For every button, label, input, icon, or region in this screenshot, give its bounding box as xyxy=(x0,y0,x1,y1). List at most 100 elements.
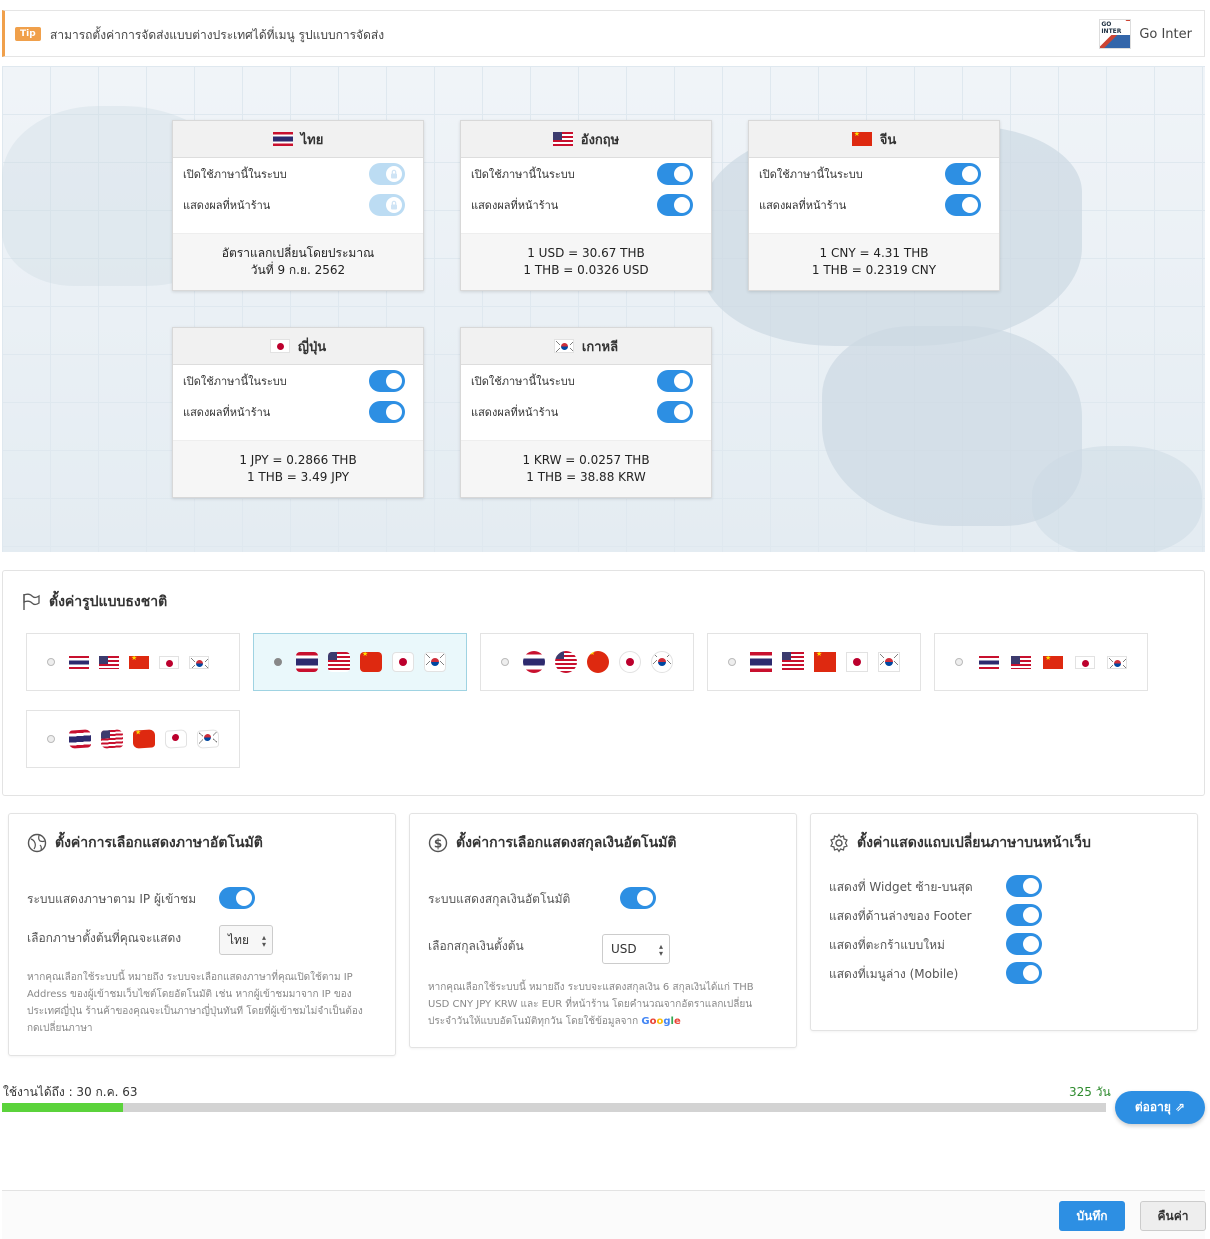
default-currency-value: USD xyxy=(611,942,637,956)
switcher-option-label: แสดงที่ตะกร้าแบบใหม่ xyxy=(829,938,945,952)
flag-style-radio[interactable] xyxy=(274,658,282,666)
language-name: เกาหลี xyxy=(581,339,619,355)
switcher-option-label: แสดงที่เมนูล่าง (Mobile) xyxy=(829,967,959,981)
flag-style-option[interactable] xyxy=(253,633,467,691)
exchange-rate-line: 1 THB = 38.88 KRW xyxy=(526,470,646,484)
auto-currency-card: $ ตั้งค่าการเลือกแสดงสกุลเงินอัตโนมัติ ร… xyxy=(409,813,797,1048)
flag-style-radio[interactable] xyxy=(955,658,963,666)
renew-button[interactable]: ต่ออายุ ⇗ xyxy=(1115,1091,1205,1124)
exchange-rate-box: 1 KRW = 0.0257 THB 1 THB = 38.88 KRW xyxy=(461,440,711,497)
enable-language-toggle[interactable] xyxy=(369,369,405,392)
switcher-option-label: แสดงที่ Widget ซ้าย-บนสุด xyxy=(829,880,973,894)
flag-th-icon xyxy=(272,132,293,146)
exchange-rate-line: 1 JPY = 0.2866 THB xyxy=(239,453,357,467)
default-currency-label: เลือกสกุลเงินตั้งต้น xyxy=(428,939,524,953)
flag-style-radio[interactable] xyxy=(47,735,55,743)
auto-currency-toggle[interactable] xyxy=(620,887,656,909)
show-storefront-row: แสดงผลที่หน้าร้าน xyxy=(173,189,423,220)
flag-style-radio[interactable] xyxy=(501,658,509,666)
flag-style-title-text: ตั้งค่ารูปแบบธงชาติ xyxy=(49,594,168,610)
flag-th-icon xyxy=(523,651,545,673)
svg-text:$: $ xyxy=(434,837,442,851)
switcher-option-toggle[interactable] xyxy=(1006,962,1042,984)
flag-cn-icon xyxy=(1043,655,1063,669)
auto-language-title: ตั้งค่าการเลือกแสดงภาษาอัตโนมัติ xyxy=(27,832,263,854)
language-card-header: ญี่ปุ่น xyxy=(173,328,423,365)
enable-language-toggle[interactable] xyxy=(657,162,693,185)
auto-currency-label: ระบบแสดงสกุลเงินอัตโนมัติ xyxy=(428,892,571,906)
auto-currency-title: $ ตั้งค่าการเลือกแสดงสกุลเงินอัตโนมัติ xyxy=(428,832,676,854)
save-button[interactable]: บันทึก xyxy=(1059,1201,1125,1231)
flag-style-radio[interactable] xyxy=(728,658,736,666)
flag-jp-icon xyxy=(846,652,868,672)
flag-style-radio[interactable] xyxy=(47,658,55,666)
show-storefront-toggle[interactable] xyxy=(657,193,693,216)
auto-language-title-text: ตั้งค่าการเลือกแสดงภาษาอัตโนมัติ xyxy=(55,835,263,851)
show-storefront-toggle[interactable] xyxy=(945,193,981,216)
go-inter-brand[interactable]: GO INTER Go Inter xyxy=(1099,19,1192,49)
google-logo: Google xyxy=(641,1016,681,1027)
flag-cn-icon xyxy=(587,651,609,673)
enable-language-label: เปิดใช้ภาษานี้ในระบบ xyxy=(471,167,575,181)
flag-kr-icon xyxy=(424,652,446,672)
flag-kr-icon xyxy=(189,655,209,669)
show-storefront-label: แสดงผลที่หน้าร้าน xyxy=(759,198,847,212)
go-inter-label: Go Inter xyxy=(1139,26,1192,42)
enable-language-toggle[interactable] xyxy=(945,162,981,185)
usage-progress-fill xyxy=(2,1103,124,1112)
language-card-header: อังกฤษ xyxy=(461,121,711,158)
switcher-option-toggle[interactable] xyxy=(1006,904,1042,926)
flag-style-option[interactable] xyxy=(26,710,240,768)
exchange-rate-line: 1 USD = 30.67 THB xyxy=(527,246,645,260)
exchange-rate-line: 1 CNY = 4.31 THB xyxy=(819,246,929,260)
tip-bar: Tip สามารถตั้งค่าการจัดส่งแบบต่างประเทศไ… xyxy=(2,10,1205,57)
enable-language-label: เปิดใช้ภาษานี้ในระบบ xyxy=(471,374,575,388)
enable-language-label: เปิดใช้ภาษานี้ในระบบ xyxy=(183,167,287,181)
show-storefront-label: แสดงผลที่หน้าร้าน xyxy=(471,198,559,212)
enable-language-label: เปิดใช้ภาษานี้ในระบบ xyxy=(759,167,863,181)
flag-jp-icon xyxy=(165,729,187,749)
language-switcher-title: ตั้งค่าแสดงแถบเปลี่ยนภาษาบนหน้าเว็บ xyxy=(829,832,1091,854)
switcher-option-toggle[interactable] xyxy=(1006,933,1042,955)
flag-jp-icon xyxy=(392,652,414,672)
show-storefront-label: แสดงผลที่หน้าร้าน xyxy=(183,405,271,419)
show-storefront-row: แสดงผลที่หน้าร้าน xyxy=(461,396,711,427)
default-language-select[interactable]: ไทย ▴ ▾ xyxy=(219,925,273,955)
flag-style-option[interactable] xyxy=(934,633,1148,691)
show-storefront-toggle[interactable] xyxy=(657,400,693,423)
language-card-th: ไทย เปิดใช้ภาษานี้ในระบบ แสดงผลที่หน้าร้าน… xyxy=(172,120,424,291)
tip-text[interactable]: สามารถตั้งค่าการจัดส่งแบบต่างประเทศได้ที… xyxy=(50,26,384,45)
flag-th-icon xyxy=(69,655,89,669)
auto-currency-note: หากคุณเลือกใช้ระบบนี้ หมายถึง ระบบจะแสดง… xyxy=(428,979,773,1030)
show-storefront-toggle[interactable] xyxy=(369,400,405,423)
flag-style-option[interactable] xyxy=(26,633,240,691)
flag-kr-icon xyxy=(1107,655,1127,669)
exchange-rate-line: 1 THB = 3.49 JPY xyxy=(246,470,350,484)
enable-language-row: เปิดใช้ภาษานี้ในระบบ xyxy=(749,158,999,189)
switcher-option-toggle[interactable] xyxy=(1006,875,1042,897)
flag-kr-icon xyxy=(553,339,574,353)
ip-language-toggle[interactable] xyxy=(219,887,255,909)
enable-language-toggle[interactable] xyxy=(657,369,693,392)
flag-cn-icon xyxy=(133,729,155,749)
enable-language-row: เปิดใช้ภาษานี้ในระบบ xyxy=(173,365,423,396)
flag-jp-icon xyxy=(1075,655,1095,669)
exchange-rate-line: วันที่ 9 ก.ย. 2562 xyxy=(250,263,346,277)
flag-us-icon xyxy=(552,132,573,146)
usage-days-left: 325 วัน xyxy=(1069,1085,1111,1099)
enable-language-row: เปิดใช้ภาษานี้ในระบบ xyxy=(461,365,711,396)
exchange-rate-box: 1 JPY = 0.2866 THB 1 THB = 3.49 JPY xyxy=(173,440,423,497)
select-arrows-icon: ▴ ▾ xyxy=(658,942,663,958)
language-name: ญี่ปุ่น xyxy=(297,339,327,355)
flag-us-icon xyxy=(328,652,350,672)
flag-style-option[interactable] xyxy=(480,633,694,691)
default-currency-select[interactable]: USD ▴ ▾ xyxy=(602,934,670,964)
usage-progress-bar xyxy=(2,1103,1106,1112)
flag-style-option[interactable] xyxy=(707,633,921,691)
flag-kr-icon xyxy=(197,729,219,749)
reset-button[interactable]: คืนค่า xyxy=(1140,1201,1206,1231)
flag-cn-icon xyxy=(851,132,872,146)
switcher-option-label: แสดงที่ด้านล่างของ Footer xyxy=(829,909,972,923)
flag-cn-icon xyxy=(814,652,836,672)
enable-language-row: เปิดใช้ภาษานี้ในระบบ xyxy=(461,158,711,189)
